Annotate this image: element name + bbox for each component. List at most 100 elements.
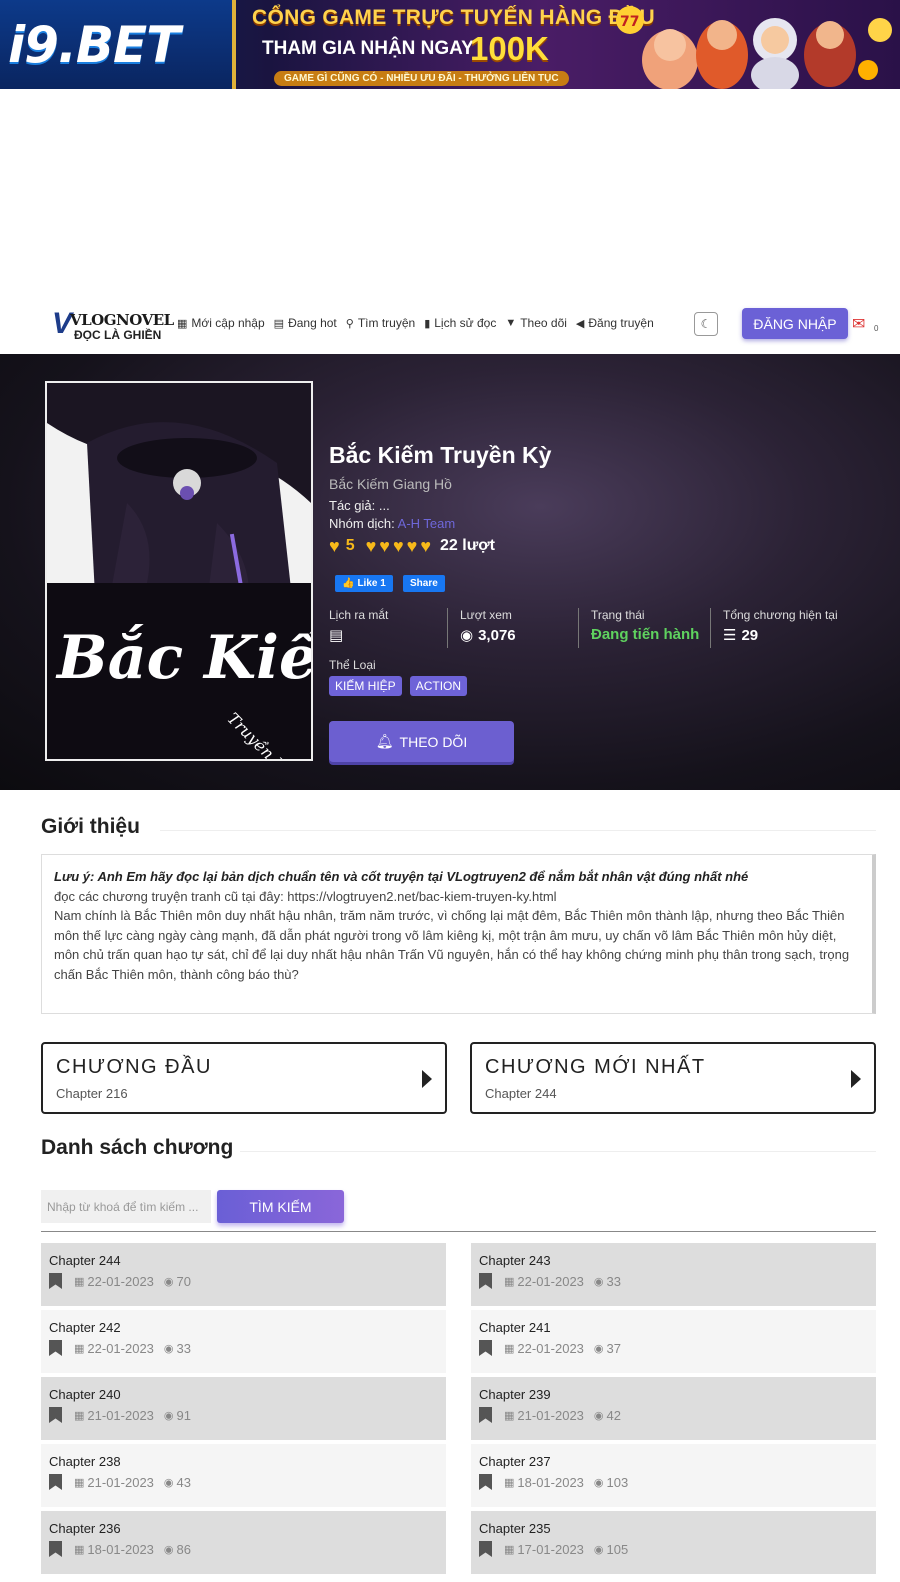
heart-icon[interactable]: ♥ bbox=[407, 537, 418, 555]
first-chapter-button[interactable]: CHƯƠNG ĐẦU Chapter 216 bbox=[41, 1042, 447, 1114]
caret-right-icon bbox=[851, 1070, 861, 1088]
genre-tag[interactable]: ACTION bbox=[409, 676, 468, 696]
chapter-date: 18-01-2023 bbox=[87, 1541, 154, 1557]
chapter-row[interactable]: Chapter 239 ▦ 21-01-2023 ◉ 42 bbox=[471, 1377, 876, 1440]
nav-item-hot[interactable]: ▤ Đang hot bbox=[274, 316, 337, 330]
calendar-icon: ▦ bbox=[504, 1409, 515, 1422]
translator-link[interactable]: A-H Team bbox=[398, 516, 456, 531]
ad-tagline: GAME GÌ CŨNG CÓ - NHIỀU ƯU ĐÃI - THƯỞNG … bbox=[274, 71, 569, 86]
bookmark-icon[interactable] bbox=[479, 1340, 492, 1356]
rating-hearts[interactable]: ♥ ♥ ♥ ♥ ♥ bbox=[366, 537, 431, 555]
chapter-row[interactable]: Chapter 243 ▦ 22-01-2023 ◉ 33 bbox=[471, 1243, 876, 1306]
search-icon: ⚲ bbox=[345, 317, 354, 330]
bookmark-icon[interactable] bbox=[49, 1340, 62, 1356]
moon-icon: ☾ bbox=[700, 317, 712, 331]
chapter-list-heading: Danh sách chương bbox=[41, 1136, 234, 1159]
chapter-row[interactable]: Chapter 235 ▦ 17-01-2023 ◉ 105 bbox=[471, 1511, 876, 1574]
manga-alt-title: Bắc Kiếm Giang Hồ bbox=[329, 476, 452, 492]
top-nav: V VLOGNOVEL ĐỌC LÀ GHIỀN ▦ Mới cập nhập ▤… bbox=[0, 300, 900, 354]
chapter-meta: ▦ 22-01-2023 ◉ 33 bbox=[479, 1273, 868, 1289]
chapter-views: 103 bbox=[606, 1474, 629, 1490]
nav-item-following[interactable]: ▼ Theo dõi bbox=[505, 316, 567, 330]
bookmark-icon[interactable] bbox=[479, 1407, 492, 1423]
nav-item-upload[interactable]: ◀ Đăng truyện bbox=[576, 316, 654, 330]
bookmark-icon[interactable] bbox=[479, 1474, 492, 1490]
heart-icon[interactable]: ♥ bbox=[393, 537, 404, 555]
facebook-share-button[interactable]: Share bbox=[403, 575, 445, 592]
bookmark-icon[interactable] bbox=[479, 1541, 492, 1557]
chapter-name: Chapter 236 bbox=[49, 1521, 121, 1536]
heart-icon[interactable]: ♥ bbox=[420, 537, 431, 555]
bell-icon[interactable]: ✉ bbox=[852, 314, 865, 334]
eye-icon: ◉ bbox=[460, 627, 474, 644]
site-logo[interactable]: V VLOGNOVEL ĐỌC LÀ GHIỀN bbox=[52, 307, 174, 343]
stat-divider bbox=[578, 608, 579, 648]
chapter-row[interactable]: Chapter 244 ▦ 22-01-2023 ◉ 70 bbox=[41, 1243, 446, 1306]
stat-status: Trạng thái Đang tiến hành bbox=[591, 608, 700, 643]
chapter-search-button[interactable]: TÌM KIẾM bbox=[217, 1190, 344, 1223]
ad-divider bbox=[232, 0, 236, 89]
chapter-name: Chapter 240 bbox=[49, 1387, 121, 1402]
chapter-meta: ▦ 22-01-2023 ◉ 37 bbox=[479, 1340, 868, 1356]
latest-chapter-button[interactable]: CHƯƠNG MỚI NHẤT Chapter 244 bbox=[470, 1042, 876, 1114]
chapter-row[interactable]: Chapter 236 ▦ 18-01-2023 ◉ 86 bbox=[41, 1511, 446, 1574]
manga-author: Tác giả: ... bbox=[329, 498, 390, 513]
chapter-views: 105 bbox=[606, 1541, 629, 1557]
thumbs-up-icon: 👍 bbox=[342, 578, 355, 589]
manga-title: Bắc Kiếm Truyền Kỳ bbox=[329, 442, 552, 468]
heart-icon[interactable]: ♥ bbox=[379, 537, 390, 555]
chapter-row[interactable]: Chapter 238 ▦ 21-01-2023 ◉ 43 bbox=[41, 1444, 446, 1507]
chapter-row[interactable]: Chapter 240 ▦ 21-01-2023 ◉ 91 bbox=[41, 1377, 446, 1440]
ad-logo: i9.BET bbox=[0, 0, 232, 89]
eye-icon: ◉ bbox=[593, 1543, 604, 1556]
bookmark-icon[interactable] bbox=[49, 1474, 62, 1490]
stat-views: Lượt xem ◉ 3,076 bbox=[460, 608, 516, 644]
calendar-icon: ▦ bbox=[504, 1342, 515, 1355]
nav-item-search[interactable]: ⚲ Tìm truyện bbox=[346, 316, 415, 330]
intro-note: Lưu ý: Anh Em hãy đọc lại bản dịch chuẩn… bbox=[54, 869, 749, 884]
eye-icon: ◉ bbox=[163, 1275, 174, 1288]
bookmark-icon[interactable] bbox=[49, 1407, 62, 1423]
chapter-date: 21-01-2023 bbox=[87, 1474, 154, 1490]
chapter-views: 43 bbox=[176, 1474, 191, 1490]
divider bbox=[41, 1231, 876, 1232]
bookmark-icon[interactable] bbox=[49, 1541, 62, 1557]
nav-item-history[interactable]: ▮ Lịch sử đọc bbox=[424, 316, 496, 330]
chapter-row[interactable]: Chapter 237 ▦ 18-01-2023 ◉ 103 bbox=[471, 1444, 876, 1507]
eye-icon: ◉ bbox=[163, 1543, 174, 1556]
ad-banner[interactable]: i9.BET CỔNG GAME TRỰC TUYẾN HÀNG ĐẦU THA… bbox=[0, 0, 900, 89]
nav-item-new-updates[interactable]: ▦ Mới cập nhập bbox=[177, 316, 265, 330]
bookmark-icon[interactable] bbox=[479, 1273, 492, 1289]
logo-mark: V bbox=[52, 307, 73, 340]
eye-icon: ◉ bbox=[163, 1409, 174, 1422]
dark-mode-toggle[interactable]: ☾ bbox=[694, 312, 718, 336]
login-button[interactable]: ĐĂNG NHẬP bbox=[742, 308, 848, 339]
ad-subheadline: THAM GIA NHẬN NGAY bbox=[262, 38, 474, 59]
intro-box: Lưu ý: Anh Em hãy đọc lại bản dịch chuẩn… bbox=[41, 854, 876, 1014]
follow-button[interactable]: 🔔︎ THEO DÕI bbox=[329, 721, 514, 762]
genre-tag[interactable]: KIẾM HIỆP bbox=[329, 676, 402, 696]
stat-chapters: Tổng chương hiện tại ☰ 29 bbox=[723, 608, 838, 644]
chapter-row[interactable]: Chapter 242 ▦ 22-01-2023 ◉ 33 bbox=[41, 1310, 446, 1373]
chapter-views: 37 bbox=[606, 1340, 621, 1356]
genre-label: Thể Loại bbox=[329, 658, 376, 672]
chapter-meta: ▦ 18-01-2023 ◉ 103 bbox=[479, 1474, 868, 1490]
stat-release: Lịch ra mắt ▤ bbox=[329, 608, 389, 644]
intro-old-link[interactable]: đọc các chương truyện tranh cũ tại đây: … bbox=[54, 887, 860, 907]
svg-text:77: 77 bbox=[620, 14, 639, 30]
logo-slogan: ĐỌC LÀ GHIỀN bbox=[74, 328, 162, 342]
intro-summary: Nam chính là Bắc Thiên môn duy nhất hậu … bbox=[54, 908, 850, 982]
chapter-search-input[interactable]: Nhập từ khoá để tìm kiếm ... bbox=[41, 1190, 211, 1223]
chapter-meta: ▦ 17-01-2023 ◉ 105 bbox=[479, 1541, 868, 1557]
bookmark-icon[interactable] bbox=[49, 1273, 62, 1289]
chapter-row[interactable]: Chapter 241 ▦ 22-01-2023 ◉ 37 bbox=[471, 1310, 876, 1373]
manga-translator: Nhóm dịch: A-H Team bbox=[329, 516, 456, 531]
calendar-icon: ▦ bbox=[504, 1543, 515, 1556]
manga-hero: Bắc Kiếm Truyền Kỳ Bắc Kiếm Truyền Kỳ Bắ… bbox=[0, 354, 900, 790]
facebook-like-button[interactable]: 👍 Like 1 bbox=[335, 575, 393, 592]
calendar-icon: ▦ bbox=[74, 1409, 85, 1422]
calendar-icon: ▦ bbox=[74, 1543, 85, 1556]
logo-title: VLOGNOVEL bbox=[70, 311, 174, 329]
stat-divider bbox=[710, 608, 711, 648]
heart-icon[interactable]: ♥ bbox=[366, 537, 377, 555]
